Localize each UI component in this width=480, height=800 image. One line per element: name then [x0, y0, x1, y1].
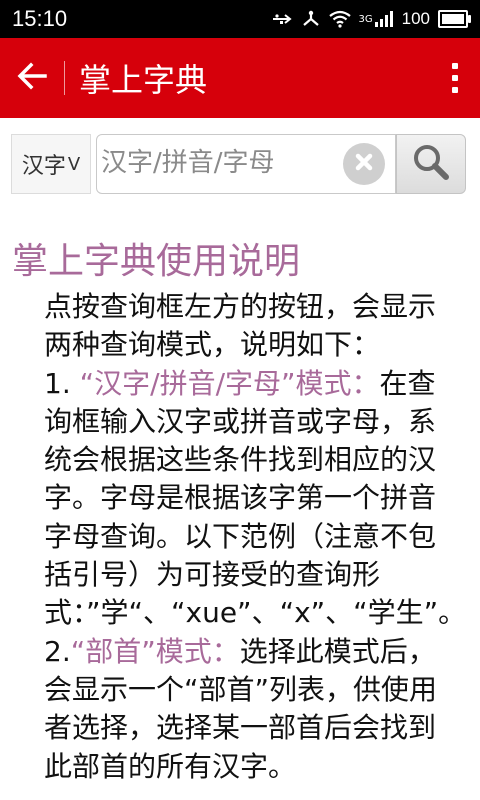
instruction-text: 会显示一个“部首”列表，供使用 — [44, 672, 438, 706]
instruction-text: 统会根据这些条件找到相应的汉 — [44, 443, 437, 477]
mode-name-highlight: “汉字/拼音/字母”模式： — [79, 366, 380, 400]
app-bar-divider — [64, 61, 65, 95]
search-mode-label: 汉字 — [21, 154, 66, 179]
search-bar: 汉字 V — [0, 118, 480, 210]
battery-icon — [438, 10, 471, 28]
chevron-down-icon: V — [67, 153, 81, 175]
instruction-text: 两种查询模式，说明如下： — [44, 328, 381, 362]
status-time: 15:10 — [12, 6, 68, 31]
instruction-line: 会显示一个“部首”列表，供使用 — [44, 671, 464, 709]
search-mode-button[interactable]: 汉字 V — [11, 134, 91, 194]
instruction-text: 询框输入汉字或拼音或字母，系 — [44, 404, 437, 438]
instruction-text: 选择此模式后， — [239, 634, 436, 668]
instruction-line: 1. “汉字/拼音/字母”模式：在查 — [44, 365, 464, 403]
instruction-line: 此部首的所有汉字。 — [44, 748, 464, 786]
instruction-line: 字母查询。以下范例（注意不包 — [44, 518, 464, 556]
search-button[interactable] — [396, 134, 466, 194]
instruction-text: 在查 — [379, 366, 436, 400]
instruction-text: 字母查询。以下范例（注意不包 — [44, 519, 437, 553]
instruction-text: 者选择，选择某一部首后会找到 — [44, 711, 437, 745]
usb-icon — [271, 12, 293, 26]
instruction-line: 统会根据这些条件找到相应的汉 — [44, 441, 464, 479]
battery-percent: 100 — [401, 9, 430, 28]
instruction-text: 此部首的所有汉字。 — [44, 749, 297, 783]
instructions-content: 掌上字典使用说明 点按查询框左方的按钮，会显示 两种查询模式，说明如下： 1. “汉… — [0, 210, 480, 800]
network-type: 3G — [358, 13, 373, 25]
close-icon — [353, 151, 375, 177]
search-field[interactable] — [96, 134, 396, 194]
mode-name-highlight: “部首”模式： — [70, 634, 240, 668]
instruction-text: 字。字母是根据该字第一个拼音 — [44, 481, 437, 515]
instruction-text: 式：”学“、“xue”、“x”、“学生”。 — [44, 596, 467, 630]
back-button[interactable] — [0, 38, 64, 118]
search-input[interactable] — [97, 135, 336, 191]
instruction-text: 点按查询框左方的按钮，会显示 — [44, 290, 437, 323]
status-bar: 15:10 3G 100 — [0, 0, 480, 38]
app-bar: 掌上字典 — [0, 38, 480, 118]
signal-icon: 3G — [359, 10, 394, 28]
instruction-text: 1. — [44, 366, 80, 400]
instruction-line: 者选择，选择某一部首后会找到 — [44, 709, 464, 747]
search-icon — [411, 142, 451, 186]
instruction-line: 询框输入汉字或拼音或字母，系 — [44, 403, 464, 441]
instruction-line: 括引号）为可接受的查询形 — [44, 556, 464, 594]
clear-button[interactable] — [343, 143, 385, 185]
arrow-left-icon — [17, 62, 47, 94]
instructions-body: 点按查询框左方的按钮，会显示 两种查询模式，说明如下： 1. “汉字/拼音/字母”模… — [44, 288, 467, 786]
instruction-line: 两种查询模式，说明如下： — [44, 326, 464, 364]
wifi-icon — [328, 10, 351, 28]
overflow-menu-button[interactable] — [430, 38, 480, 118]
status-icons: 3G 100 — [271, 9, 471, 29]
instruction-line: 字。字母是根据该字第一个拼音 — [44, 479, 464, 517]
instruction-line: 2.“部首”模式：选择此模式后， — [44, 633, 464, 671]
instruction-line: 点按查询框左方的按钮，会显示 — [44, 288, 464, 326]
instruction-text: 括引号）为可接受的查询形 — [44, 558, 381, 592]
instruction-line: 式：”学“、“xue”、“x”、“学生”。 — [44, 594, 467, 632]
app-title: 掌上字典 — [79, 61, 208, 99]
page-title: 掌上字典使用说明 — [12, 241, 301, 282]
instruction-text: 2. — [44, 634, 71, 668]
share-icon — [301, 10, 321, 28]
more-vert-icon — [452, 63, 458, 93]
